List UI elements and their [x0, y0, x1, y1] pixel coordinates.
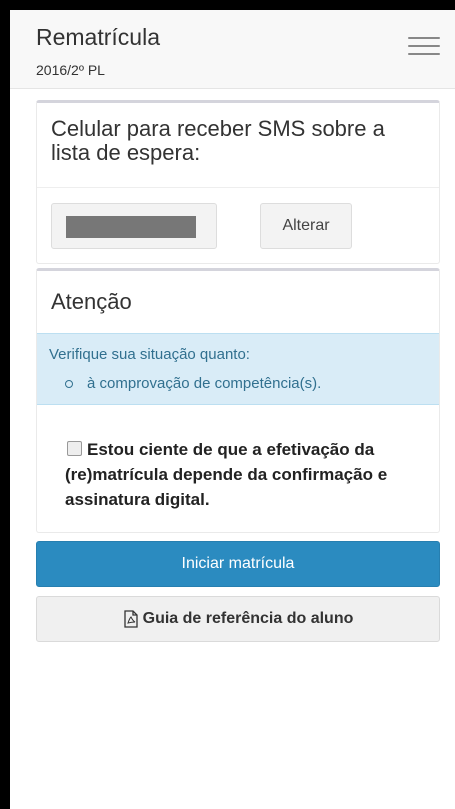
sms-panel-heading: Celular para receber SMS sobre a lista d… [51, 116, 385, 165]
alert-item: à comprovação de competência(s). [87, 375, 322, 392]
attention-heading: Atenção [51, 289, 132, 314]
hamburger-icon[interactable] [408, 37, 440, 59]
consent-label[interactable]: Estou ciente de que a efetivação da (re)… [65, 437, 435, 512]
phone-redacted [66, 216, 196, 238]
guide-button-label: Guia de referência do aluno [142, 610, 354, 628]
sms-panel: Celular para receber SMS sobre a lista d… [36, 100, 440, 264]
change-phone-button[interactable]: Alterar [260, 203, 352, 249]
attention-panel: Atenção Verifique sua situação quanto: à… [36, 268, 440, 533]
pdf-icon [123, 610, 138, 628]
app-title: Rematrícula [36, 24, 160, 50]
divider [37, 187, 439, 188]
alert-text: Verifique sua situação quanto: [49, 346, 250, 363]
bullet-icon [65, 380, 73, 388]
student-guide-button[interactable]: Guia de referência do aluno [36, 596, 440, 642]
phone-field[interactable] [51, 203, 217, 249]
start-enrollment-button[interactable]: Iniciar matrícula [36, 541, 440, 587]
app-frame: Rematrícula 2016/2º PL Celular para rece… [10, 10, 455, 809]
info-alert: Verifique sua situação quanto: à comprov… [37, 333, 439, 405]
app-subtitle: 2016/2º PL [36, 62, 105, 78]
navbar: Rematrícula 2016/2º PL [10, 10, 455, 89]
